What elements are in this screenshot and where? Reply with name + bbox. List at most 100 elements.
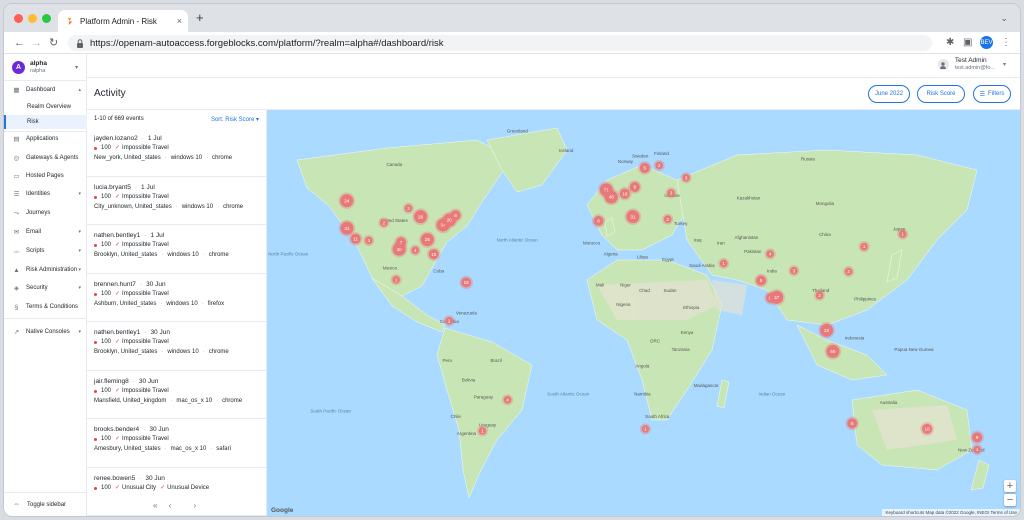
risk-cluster-marker[interactable]: 31 <box>624 208 642 225</box>
risk-cluster-marker[interactable]: 24 <box>338 192 356 210</box>
risk-cluster-marker[interactable]: 18 <box>920 422 934 436</box>
list-item[interactable]: jair.fleming8 · 30 Jun 100 ✓ Impossible Trave… <box>87 371 266 419</box>
risk-cluster-marker[interactable]: 8 <box>448 208 463 223</box>
event-user[interactable]: brennen.hunt7 <box>94 281 136 288</box>
list-item[interactable]: nathen.bentley1 · 30 Jun 100 ✓ Impossible Tra… <box>87 322 266 371</box>
risk-cluster-marker[interactable]: 18 <box>459 275 473 290</box>
risk-cluster-marker[interactable]: 5 <box>754 273 768 288</box>
prev-page-icon[interactable]: ‹ <box>169 501 172 510</box>
sidebar-item-risk[interactable]: Risk <box>4 115 87 129</box>
risk-cluster-marker[interactable]: 1 <box>897 228 909 240</box>
list-item[interactable]: brooks.bender4 · 30 Jun 100 ✓ Impossible Trav… <box>87 419 266 468</box>
risk-cluster-marker[interactable]: 7 <box>394 235 408 249</box>
browser-menu-icon[interactable]: ⋮ <box>1001 37 1011 49</box>
risk-cluster-marker[interactable]: 3 <box>680 172 692 184</box>
risk-cluster-marker[interactable]: 26 <box>412 208 429 225</box>
risk-cluster-marker[interactable]: 2 <box>662 213 674 225</box>
close-window-icon[interactable] <box>14 14 23 23</box>
risk-cluster-marker[interactable]: 50 <box>824 343 842 360</box>
forward-icon[interactable]: → <box>31 36 42 50</box>
date-range-button[interactable]: June 2022 <box>868 85 910 103</box>
sidebar-item-identities[interactable]: ☰ Identities ▾ <box>4 187 87 201</box>
sort-dropdown[interactable]: Sort: Risk Score ▾ <box>211 116 259 123</box>
risk-cluster-marker[interactable]: 37 <box>768 289 786 306</box>
risk-cluster-marker[interactable]: 10 <box>426 247 441 261</box>
event-user[interactable]: lucia.bryant5 <box>94 184 131 191</box>
list-item[interactable]: jayden.lozano2 · 1 Jul 100 ✓ Impossible Trave… <box>87 128 266 177</box>
list-item[interactable]: lucia.bryant5 · 1 Jul 100 ✓ Impossible Travel… <box>87 177 266 225</box>
address-bar[interactable]: https://openam-autoaccess.forgeblocks.co… <box>68 35 932 51</box>
risk-cluster-marker[interactable]: 1 <box>390 274 402 286</box>
event-user[interactable]: brooks.bender4 <box>94 426 139 433</box>
risk-cluster-marker[interactable]: 2 <box>378 217 390 229</box>
sidebar-item-email[interactable]: ✉ Email ▾ <box>4 225 87 239</box>
risk-cluster-marker[interactable]: 6 <box>845 416 860 431</box>
risk-cluster-marker[interactable]: 4 <box>409 244 421 256</box>
event-user[interactable]: jair.fleming8 <box>94 378 129 385</box>
risk-cluster-marker[interactable]: 11 <box>348 232 363 246</box>
risk-cluster-marker[interactable]: 48 <box>602 188 620 206</box>
risk-cluster-marker[interactable]: 4 <box>501 394 514 406</box>
profile-avatar[interactable]: BEV <box>980 36 993 49</box>
risk-cluster-marker[interactable]: 3 <box>402 202 415 214</box>
sidebar-item-scripts[interactable]: </> Scripts ▾ <box>4 244 87 258</box>
filters-button[interactable]: ☰ Filters <box>973 85 1011 103</box>
risk-cluster-marker[interactable]: 8 <box>628 180 642 194</box>
map-attribution[interactable]: Keyboard shortcuts Map data ©2022 Google… <box>882 509 1020 516</box>
risk-cluster-marker[interactable]: 9 <box>970 430 984 445</box>
event-user[interactable]: renee.bowen5 <box>94 475 135 482</box>
sidebar-item-native-consoles[interactable]: ↗ Native Consoles ▾ <box>4 325 87 339</box>
list-item[interactable]: nathen.bentley1 · 1 Jul 100 ✓ Impossible Trav… <box>87 225 266 274</box>
sidebar-item-hosted-pages[interactable]: ▭ Hosted Pages <box>4 169 87 183</box>
next-page-icon[interactable]: › <box>193 501 196 510</box>
chevron-down-icon[interactable]: ▾ <box>75 64 78 71</box>
browser-tab[interactable]: Platform Admin - Risk × <box>58 10 188 32</box>
risk-map[interactable]: Greenland Canada United States Mexico North … <box>267 110 1020 516</box>
maximize-window-icon[interactable] <box>42 14 51 23</box>
side-panel-icon[interactable]: ▣ <box>963 37 972 49</box>
back-icon[interactable]: ← <box>14 36 25 50</box>
sidebar-item-applications[interactable]: ▤ Applications <box>4 132 87 146</box>
risk-cluster-marker[interactable]: 1 <box>639 423 652 435</box>
zoom-in-button[interactable]: + <box>1004 480 1016 492</box>
risk-score-button[interactable]: Risk Score <box>917 85 965 103</box>
list-item[interactable]: brennen.hunt7 · 30 Jun 100 ✓ Impossible Trave… <box>87 274 266 322</box>
extensions-icon[interactable]: ✱ <box>946 37 954 49</box>
risk-cluster-marker[interactable]: 3 <box>363 234 375 247</box>
realm-switcher[interactable]: A alpha ralpha <box>12 60 47 75</box>
risk-cluster-marker[interactable]: 1 <box>858 241 870 253</box>
minimize-window-icon[interactable] <box>28 14 37 23</box>
sidebar-item-realm-overview[interactable]: Realm Overview <box>4 100 87 114</box>
risk-cluster-marker[interactable]: 3 <box>788 265 800 277</box>
tab-close-icon[interactable]: × <box>177 16 182 26</box>
risk-cluster-marker[interactable]: 1 <box>971 444 983 456</box>
sidebar-item-dashboard[interactable]: ▦ Dashboard ▴ <box>4 83 87 97</box>
event-user[interactable]: nathen.bentley1 <box>94 232 140 239</box>
world-map[interactable]: GreenlandCanadaUnited StatesMexicoNorth … <box>267 110 1020 516</box>
sidebar-item-risk-administration[interactable]: ▲ Risk Administration ▾ <box>4 263 87 277</box>
new-tab-icon[interactable]: + <box>196 11 204 24</box>
sidebar-item-journeys[interactable]: ⤳ Journeys <box>4 206 87 220</box>
risk-cluster-marker[interactable]: 5 <box>637 161 652 175</box>
event-user[interactable]: nathen.bentley1 <box>94 329 140 336</box>
risk-cluster-marker[interactable]: 2 <box>843 265 855 278</box>
risk-cluster-marker[interactable]: 2 <box>443 315 455 327</box>
risk-cluster-marker[interactable]: 2 <box>653 159 665 172</box>
first-page-icon[interactable]: « <box>153 501 157 510</box>
user-menu[interactable]: Test Admin test.admin@fo... ▾ <box>937 57 1006 72</box>
risk-cluster-marker[interactable]: 1 <box>476 425 489 437</box>
risk-cluster-marker[interactable]: 22 <box>818 321 835 339</box>
risk-cluster-marker[interactable]: 1 <box>718 257 730 270</box>
risk-cluster-marker[interactable]: 25 <box>419 231 436 248</box>
sidebar-item-security[interactable]: ◈ Security ▾ <box>4 281 87 295</box>
sidebar-item-gateways[interactable]: ◎ Gateways & Agents <box>4 151 87 165</box>
sidebar-item-terms[interactable]: § Terms & Conditions <box>4 300 87 314</box>
event-user[interactable]: jayden.lozano2 <box>94 135 138 142</box>
risk-cluster-marker[interactable]: 6 <box>591 214 606 228</box>
risk-cluster-marker[interactable]: 2 <box>813 289 826 301</box>
risk-cluster-marker[interactable]: 3 <box>665 187 677 199</box>
zoom-out-button[interactable]: − <box>1004 494 1016 506</box>
toggle-sidebar-button[interactable]: ⇔ Toggle sidebar <box>13 501 66 508</box>
reload-icon[interactable]: ↻ <box>49 36 58 50</box>
tab-search-icon[interactable]: ⌄ <box>1000 13 1008 24</box>
